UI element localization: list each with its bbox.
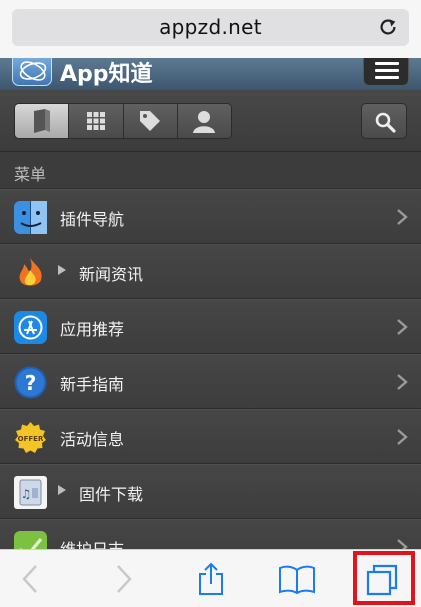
app-logo-icon[interactable] xyxy=(12,58,52,86)
search-icon xyxy=(375,112,396,133)
menu-item-label: 固件下载 xyxy=(79,485,144,504)
address-field[interactable]: appzd.net xyxy=(12,9,409,46)
menu-item-app-recommend[interactable]: 应用推荐 xyxy=(0,299,421,354)
search-button[interactable] xyxy=(361,103,407,139)
menu-item-firmware-download[interactable]: ♫ 固件下载 xyxy=(0,464,421,519)
site-title[interactable]: App知道 xyxy=(60,58,153,88)
finder-icon xyxy=(14,201,47,234)
tab-grid[interactable] xyxy=(69,104,124,138)
menu-item-label: 活动信息 xyxy=(60,430,125,449)
menu-item-label: 插件导航 xyxy=(60,210,125,229)
tab-book[interactable] xyxy=(15,104,70,138)
browser-address-bar-area: appzd.net xyxy=(0,0,421,58)
fire-icon xyxy=(19,258,42,286)
tabs-button-highlight-box xyxy=(353,551,415,605)
back-icon[interactable] xyxy=(18,562,42,596)
menu-item-label: 新闻资讯 xyxy=(79,265,144,284)
help-icon: ? xyxy=(14,366,47,399)
chevron-right-icon xyxy=(397,209,408,225)
segmented-control xyxy=(14,103,232,139)
svg-text:?: ? xyxy=(25,371,37,395)
reload-icon[interactable] xyxy=(377,16,399,38)
tab-tag[interactable] xyxy=(123,104,178,138)
menu-list: 插件导航 新闻资讯 应用推荐 ? 新手指南 OFFER 活动信息 ♫ 固件下载 xyxy=(0,189,421,574)
svg-text:♫: ♫ xyxy=(21,487,32,501)
bookmarks-icon[interactable] xyxy=(278,562,316,596)
chevron-right-icon xyxy=(397,374,408,390)
hamburger-icon[interactable] xyxy=(363,58,409,86)
menu-item-label: 新手指南 xyxy=(60,375,125,394)
expand-arrow-icon[interactable] xyxy=(58,485,66,495)
app-store-icon xyxy=(14,311,47,344)
site-toolbar xyxy=(0,90,421,152)
menu-section-header: 菜单 xyxy=(0,153,421,189)
menu-item-beginner-guide[interactable]: ? 新手指南 xyxy=(0,354,421,409)
tag-icon xyxy=(140,111,161,131)
user-icon xyxy=(193,111,216,133)
svg-text:OFFER: OFFER xyxy=(18,435,44,443)
grid-icon xyxy=(86,112,105,130)
offer-badge-icon: OFFER xyxy=(15,422,46,453)
book-icon xyxy=(33,109,50,133)
url-text[interactable]: appzd.net xyxy=(12,15,409,39)
menu-header-label: 菜单 xyxy=(14,165,47,184)
firmware-icon: ♫ xyxy=(14,476,47,509)
menu-item-plugin-nav[interactable]: 插件导航 xyxy=(0,189,421,244)
chevron-right-icon xyxy=(397,319,408,335)
expand-arrow-icon[interactable] xyxy=(58,265,66,275)
site-header: App知道 xyxy=(0,58,421,90)
share-icon[interactable] xyxy=(196,562,226,596)
menu-item-label: 应用推荐 xyxy=(60,320,125,339)
tab-user[interactable] xyxy=(177,104,231,138)
chevron-right-icon xyxy=(397,429,408,445)
menu-item-news[interactable]: 新闻资讯 xyxy=(0,244,421,299)
menu-item-events[interactable]: OFFER 活动信息 xyxy=(0,409,421,464)
forward-icon[interactable] xyxy=(112,562,136,596)
